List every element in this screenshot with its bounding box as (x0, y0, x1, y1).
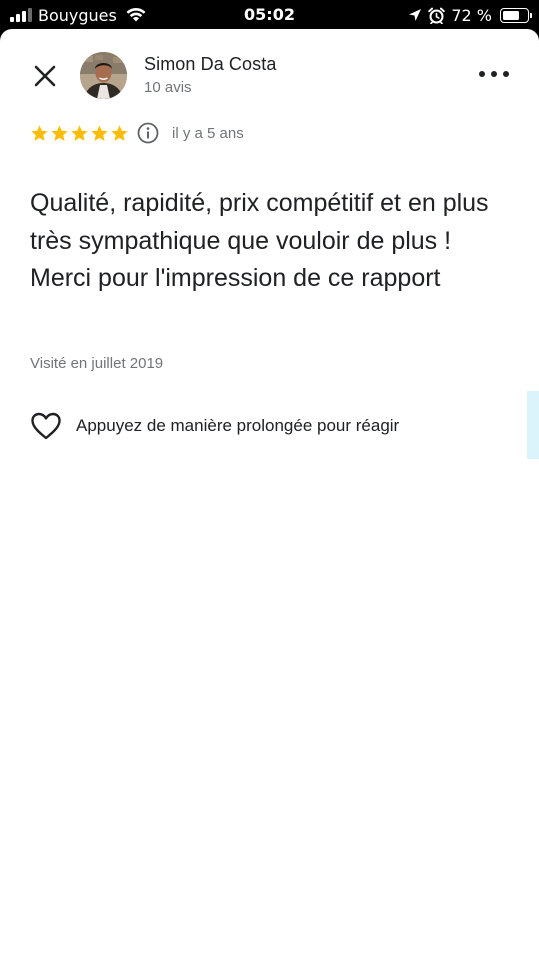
more-dot-icon (503, 71, 509, 77)
status-right: 72 % (408, 5, 532, 25)
more-dot-icon (479, 71, 485, 77)
info-icon[interactable] (137, 122, 159, 144)
close-icon (34, 65, 56, 87)
battery-tip (530, 12, 532, 18)
alarm-icon (428, 7, 446, 24)
battery-fill (503, 10, 519, 20)
carrier-name: Bouygues (38, 5, 117, 25)
visited-date: Visité en juillet 2019 (30, 355, 164, 372)
star-icon (91, 124, 108, 141)
react-button[interactable]: Appuyez de manière prolongée pour réagir (30, 409, 399, 443)
star-rating (30, 124, 129, 143)
star-icon (31, 124, 48, 141)
battery-percent: 72 % (451, 5, 492, 25)
avatar[interactable] (80, 52, 127, 99)
reviewer-name[interactable]: Simon Da Costa (144, 54, 276, 75)
heart-icon (31, 412, 61, 440)
status-bar: Bouygues 05:02 72 % (0, 0, 539, 30)
review-text: Qualité, rapidité, prix compétitif et en… (30, 189, 489, 292)
rating-row: il y a 5 ans (30, 122, 244, 144)
review-date: il y a 5 ans (172, 124, 244, 142)
more-options-button[interactable] (479, 67, 509, 81)
close-button[interactable] (28, 59, 62, 93)
more-dot-icon (491, 71, 497, 77)
reviewer-review-count: 10 avis (144, 79, 192, 96)
star-icon (51, 124, 68, 141)
edge-scroll-tab[interactable] (527, 391, 539, 459)
star-icon (71, 124, 88, 141)
signal-icon (10, 8, 32, 22)
avatar-photo (80, 52, 127, 99)
star-icon (111, 124, 128, 141)
status-left: Bouygues (10, 5, 147, 25)
battery-icon (500, 7, 532, 23)
location-arrow-icon (409, 9, 422, 21)
review-sheet: Simon Da Costa 10 avis il y a 5 ans Qual… (0, 29, 539, 960)
wifi-icon (126, 7, 146, 22)
react-label: Appuyez de manière prolongée pour réagir (76, 416, 400, 435)
